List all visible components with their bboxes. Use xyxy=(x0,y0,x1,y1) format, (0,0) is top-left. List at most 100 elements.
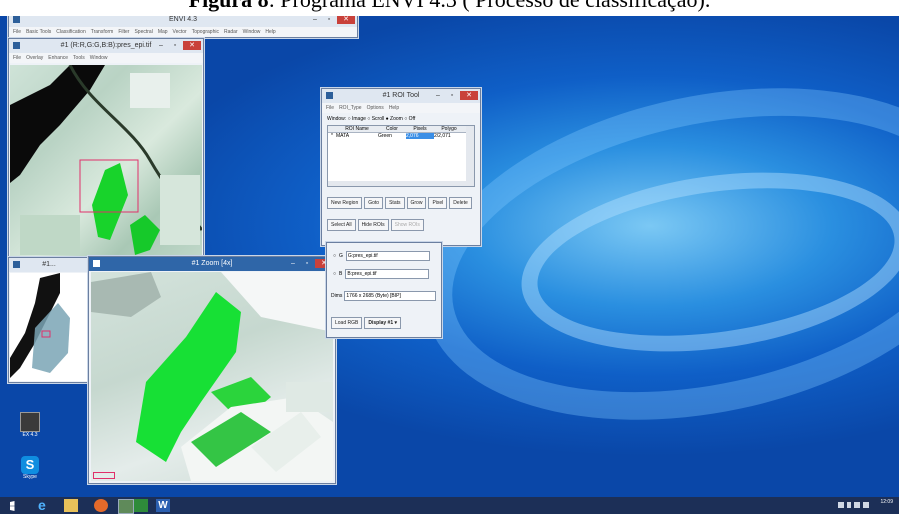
menu-window[interactable]: Window xyxy=(90,55,108,61)
menu-file[interactable]: File xyxy=(13,29,21,35)
image-window-icon xyxy=(13,42,20,49)
menu-help[interactable]: Help xyxy=(265,29,275,35)
roi-name-cell[interactable]: MATA xyxy=(336,133,378,139)
menu-spectral[interactable]: Spectral xyxy=(134,29,152,35)
media-player-icon[interactable] xyxy=(94,499,108,512)
zoom-controls[interactable] xyxy=(93,472,115,479)
menu-vector[interactable]: Vector xyxy=(173,29,187,35)
menu-enhance[interactable]: Enhance xyxy=(48,55,68,61)
zoom-window-title: #1 Zoom [4x] xyxy=(191,260,233,267)
menu-help[interactable]: Help xyxy=(389,105,399,111)
close-button[interactable]: ✕ xyxy=(337,16,355,24)
col-pixels[interactable]: Pixels xyxy=(406,126,434,132)
minimize-button[interactable]: – xyxy=(432,91,444,100)
maximize-button[interactable]: ▫ xyxy=(169,41,181,50)
tray-network-icon[interactable] xyxy=(854,502,860,508)
menu-roi-type[interactable]: ROI_Type xyxy=(339,105,362,111)
menu-filter[interactable]: Filter xyxy=(118,29,129,35)
close-button[interactable]: ✕ xyxy=(460,91,478,100)
internet-explorer-icon[interactable]: e xyxy=(38,498,52,512)
band-g-field[interactable]: G:pres_epi.tif xyxy=(345,251,430,261)
load-rgb-button[interactable]: Load RGB xyxy=(331,317,363,329)
display-select-button[interactable]: Display #1 ▾ xyxy=(364,317,401,329)
radio-scroll[interactable]: ○ Scroll xyxy=(367,116,384,122)
menu-map[interactable]: Map xyxy=(158,29,168,35)
menu-tools[interactable]: Tools xyxy=(73,55,85,61)
radio-image[interactable]: ○ Image xyxy=(348,116,366,122)
tray-flag-icon[interactable] xyxy=(838,502,844,508)
roi-pixels-cell[interactable]: 2,076 xyxy=(406,133,434,139)
desktop-icon-label: Skype xyxy=(23,474,37,480)
menu-classification[interactable]: Classification xyxy=(56,29,85,35)
envi-title-bar[interactable]: ENVI 4.3 – ▫ ✕ xyxy=(9,16,357,27)
roi-color-cell[interactable]: Green xyxy=(378,133,406,139)
table-row[interactable]: * MATA Green 2,076 2/2,071 xyxy=(328,133,474,139)
minimize-button[interactable]: – xyxy=(287,259,299,268)
menu-file[interactable]: File xyxy=(13,55,21,61)
band-b-field[interactable]: B:pres_epi.tif xyxy=(345,269,430,279)
envi-menu-bar: File Basic Tools Classification Transform Fi… xyxy=(9,27,357,37)
new-region-button[interactable]: New Region xyxy=(327,197,363,209)
roi-tool-title-bar[interactable]: #1 ROI Tool – ▫ ✕ xyxy=(322,89,480,103)
dims-label: Dims xyxy=(331,293,343,299)
spreadsheet-icon[interactable] xyxy=(134,499,148,512)
menu-overlay[interactable]: Overlay xyxy=(26,55,43,61)
envi-title: ENVI 4.3 xyxy=(168,16,197,23)
delete-button[interactable]: Delete xyxy=(449,197,472,209)
maximize-button[interactable]: ▫ xyxy=(301,259,313,268)
dims-field: 1766 x 2685 (Byte) [BIP] xyxy=(344,291,437,301)
roi-polygons-cell[interactable]: 2/2,071 xyxy=(434,133,464,139)
scroll-window-title-bar[interactable]: #1... xyxy=(9,258,89,272)
roi-buttons-row-2: Select All Hide ROIs Show ROIs xyxy=(322,211,480,233)
band-g-label: G xyxy=(339,253,343,259)
scroll-image-view[interactable] xyxy=(10,273,88,381)
desktop-icon-envi[interactable]: EX 4.3 xyxy=(16,412,44,438)
file-explorer-icon[interactable] xyxy=(64,499,78,512)
image-window-title-bar[interactable]: #1 (R:R,G:G,B:B):pres_epi.tif – ▫ ✕ xyxy=(9,39,203,53)
col-polygons[interactable]: Polygo xyxy=(434,126,464,132)
band-g-radio[interactable]: ○ xyxy=(333,253,336,259)
roi-table: ROI Name Color Pixels Polygo * MATA Gree… xyxy=(327,125,475,187)
minimize-button[interactable]: – xyxy=(309,16,321,24)
menu-file[interactable]: File xyxy=(326,105,334,111)
maximize-button[interactable]: ▫ xyxy=(446,91,458,100)
band-b-radio[interactable]: ○ xyxy=(333,271,336,277)
select-all-button[interactable]: Select All xyxy=(327,219,356,231)
tray-volume-icon[interactable] xyxy=(863,502,869,508)
close-button[interactable]: ✕ xyxy=(183,41,201,50)
zoom-image-view[interactable] xyxy=(91,272,333,481)
vertical-scrollbar[interactable] xyxy=(466,126,474,186)
col-roi-name[interactable]: ROI Name xyxy=(336,126,378,132)
goto-button[interactable]: Goto xyxy=(364,197,384,209)
envi-main-window: ENVI 4.3 – ▫ ✕ File Basic Tools Classificati… xyxy=(8,16,358,38)
stats-button[interactable]: Stats xyxy=(385,197,405,209)
word-icon[interactable]: W xyxy=(156,499,170,512)
desktop-icon-skype[interactable]: S Skype xyxy=(16,456,44,480)
envi-taskbar-icon[interactable] xyxy=(118,499,134,514)
minimize-button[interactable]: – xyxy=(155,41,167,50)
maximize-button[interactable]: ▫ xyxy=(323,16,335,24)
start-button[interactable] xyxy=(10,501,15,511)
zoom-image-graphic xyxy=(91,272,333,481)
tray-arrow-icon[interactable] xyxy=(847,502,851,508)
envi-app-icon xyxy=(13,16,20,23)
horizontal-scrollbar[interactable] xyxy=(328,181,466,186)
roi-buttons-row-1: New Region Goto Stats Grow Pixel Delete xyxy=(322,187,480,211)
col-color[interactable]: Color xyxy=(378,126,406,132)
pixel-button[interactable]: Pixel xyxy=(428,197,448,209)
radio-off[interactable]: ○ Off xyxy=(404,116,415,122)
menu-transform[interactable]: Transform xyxy=(91,29,114,35)
menu-topographic[interactable]: Topographic xyxy=(192,29,219,35)
menu-basic-tools[interactable]: Basic Tools xyxy=(26,29,51,35)
menu-window[interactable]: Window xyxy=(243,29,261,35)
radio-zoom[interactable]: ● Zoom xyxy=(386,116,403,122)
show-rois-button[interactable]: Show ROIs xyxy=(390,219,424,231)
satellite-image-view[interactable] xyxy=(10,65,202,268)
taskbar-clock[interactable]: 12:09 xyxy=(880,499,893,505)
desktop: ENVI 4.3 – ▫ ✕ File Basic Tools Classificati… xyxy=(0,16,899,497)
menu-radar[interactable]: Radar xyxy=(224,29,238,35)
hide-rois-button[interactable]: Hide ROIs xyxy=(357,219,389,231)
grow-button[interactable]: Grow xyxy=(406,197,427,209)
zoom-window-title-bar[interactable]: #1 Zoom [4x] – ▫ ✕ xyxy=(89,257,335,271)
menu-options[interactable]: Options xyxy=(367,105,384,111)
